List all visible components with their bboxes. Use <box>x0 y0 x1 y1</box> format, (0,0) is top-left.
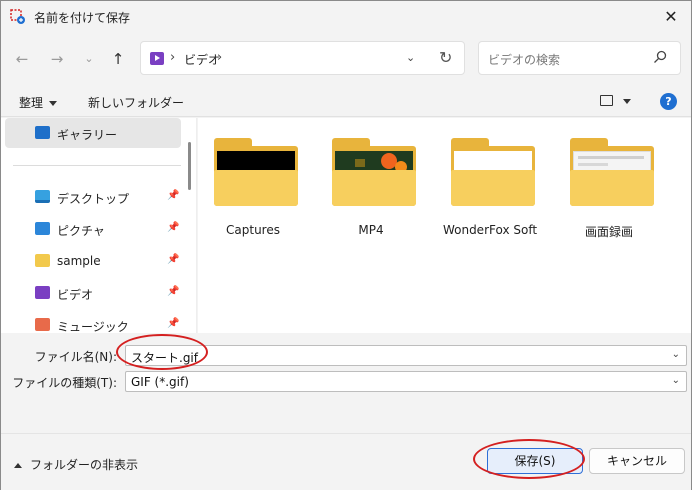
filename-label: ファイル名(N): <box>34 350 117 364</box>
organize-button[interactable]: 整理 <box>19 94 58 111</box>
breadcrumb-item[interactable]: ビデオ <box>184 51 220 68</box>
hide-folders-button[interactable]: フォルダーの非表示 <box>14 456 138 473</box>
folder-icon <box>451 138 535 206</box>
folder-name: Captures <box>226 223 280 237</box>
sidebar-item-label: sample <box>57 254 101 268</box>
cancel-button[interactable]: キャンセル <box>589 448 685 474</box>
sidebar-item-videos[interactable]: ビデオ 📌 <box>5 278 181 308</box>
sidebar-item-label: ピクチャ <box>57 224 105 238</box>
save-options: ファイル名(N): スタート.gif ⌄ ファイルの種類(T): GIF (*.… <box>1 334 691 434</box>
pictures-icon <box>35 222 50 235</box>
sidebar-item-music[interactable]: ミュージック 📌 <box>5 310 181 333</box>
address-bar[interactable]: › ビデオ › ⌄ ↻ <box>140 41 465 75</box>
video-icon <box>35 286 50 299</box>
video-folder-icon <box>150 52 164 65</box>
gallery-icon <box>35 126 50 139</box>
chevron-down-icon[interactable]: ⌄ <box>672 349 680 360</box>
folder-icon <box>35 254 50 267</box>
chevron-down-icon: ⌄ <box>84 52 94 65</box>
filetype-value: GIF (*.gif) <box>131 375 189 389</box>
command-bar: 整理 新しいフォルダー ? <box>1 87 691 117</box>
folder-item-captures[interactable]: Captures <box>198 132 308 242</box>
filename-input[interactable]: スタート.gif ⌄ <box>125 345 687 366</box>
search-icon[interactable] <box>653 50 667 64</box>
pin-icon: 📌 <box>167 318 180 329</box>
filetype-select[interactable]: GIF (*.gif) ⌄ <box>125 371 687 392</box>
title-bar: 名前を付けて保存 ✕ <box>1 1 691 33</box>
navigation-bar: ← → ⌄ ↑ › ビデオ › ⌄ ↻ ビデオの検索 <box>1 39 691 79</box>
new-folder-button[interactable]: 新しいフォルダー <box>88 94 184 111</box>
arrow-up-icon: ↑ <box>111 50 125 68</box>
chevron-up-icon <box>14 463 22 468</box>
organize-label: 整理 <box>19 96 44 110</box>
view-dropdown-icon[interactable] <box>623 99 631 104</box>
folder-name: MP4 <box>358 223 384 237</box>
filename-value: スタート.gif <box>131 351 198 365</box>
window-title: 名前を付けて保存 <box>34 11 131 25</box>
sidebar-item-sample[interactable]: sample 📌 <box>5 246 181 276</box>
arrow-right-icon: → <box>50 50 64 68</box>
view-options-icon[interactable] <box>600 95 613 106</box>
folder-icon <box>214 138 298 206</box>
sidebar-item-label: ギャラリー <box>57 128 118 142</box>
save-button[interactable]: 保存(S) <box>487 448 583 474</box>
folder-name: WonderFox Soft <box>442 223 538 237</box>
folder-item-wonderfox-soft[interactable]: WonderFox Soft <box>435 132 545 242</box>
sidebar-item-pictures[interactable]: ピクチャ 📌 <box>5 214 181 244</box>
close-button[interactable]: ✕ <box>659 5 683 29</box>
sidebar-item-label: デスクトップ <box>57 192 130 206</box>
help-button[interactable]: ? <box>660 93 677 110</box>
sidebar-scrollbar[interactable] <box>188 142 191 190</box>
recent-locations-button[interactable]: ⌄ <box>77 47 101 71</box>
folder-name: 画面録画 <box>584 225 633 239</box>
sidebar-item-label: ビデオ <box>57 288 94 302</box>
desktop-icon <box>35 190 50 203</box>
search-placeholder: ビデオの検索 <box>488 53 561 67</box>
folder-icon <box>332 138 416 206</box>
forward-button[interactable]: → <box>45 47 69 71</box>
caret-down-icon <box>49 101 58 106</box>
breadcrumb-separator: › <box>170 50 176 65</box>
folder-item-mp4[interactable]: MP4 <box>316 132 426 242</box>
pin-icon: 📌 <box>167 254 180 265</box>
refresh-icon[interactable]: ↻ <box>439 48 452 67</box>
pin-icon: 📌 <box>167 222 180 233</box>
search-box[interactable]: ビデオの検索 <box>478 41 681 75</box>
sidebar-divider <box>13 165 181 166</box>
close-icon: ✕ <box>664 7 678 26</box>
hide-folders-label: フォルダーの非表示 <box>30 458 139 472</box>
sidebar-item-gallery[interactable]: ギャラリー <box>5 118 181 148</box>
pin-icon: 📌 <box>167 286 180 297</box>
arrow-left-icon: ← <box>15 50 29 68</box>
folder-item-screen-recordings[interactable]: 画面録画 <box>554 132 664 242</box>
pin-icon: 📌 <box>167 190 180 201</box>
folder-icon <box>570 138 654 206</box>
app-icon <box>10 9 25 24</box>
chevron-down-icon[interactable]: ⌄ <box>672 375 680 386</box>
sidebar-item-label: ミュージック <box>57 320 129 333</box>
save-as-dialog: 名前を付けて保存 ✕ ← → ⌄ ↑ › ビデオ › ⌄ ↻ ビデオの検索 整理 <box>0 0 692 490</box>
sidebar-item-desktop[interactable]: デスクトップ 📌 <box>5 182 181 212</box>
up-button[interactable]: ↑ <box>106 47 130 71</box>
breadcrumb-separator[interactable]: › <box>217 50 222 65</box>
dialog-footer: フォルダーの非表示 保存(S) キャンセル <box>1 433 691 490</box>
filetype-label: ファイルの種類(T): <box>12 376 117 390</box>
file-list: Captures MP4 WonderFox Soft 画面録画 <box>198 118 691 333</box>
back-button[interactable]: ← <box>10 47 34 71</box>
navigation-pane: ギャラリー デスクトップ 📌 ピクチャ 📌 sample 📌 ビデオ 📌 ミュー… <box>1 118 197 333</box>
music-icon <box>35 318 50 331</box>
address-dropdown-icon[interactable]: ⌄ <box>406 51 415 64</box>
